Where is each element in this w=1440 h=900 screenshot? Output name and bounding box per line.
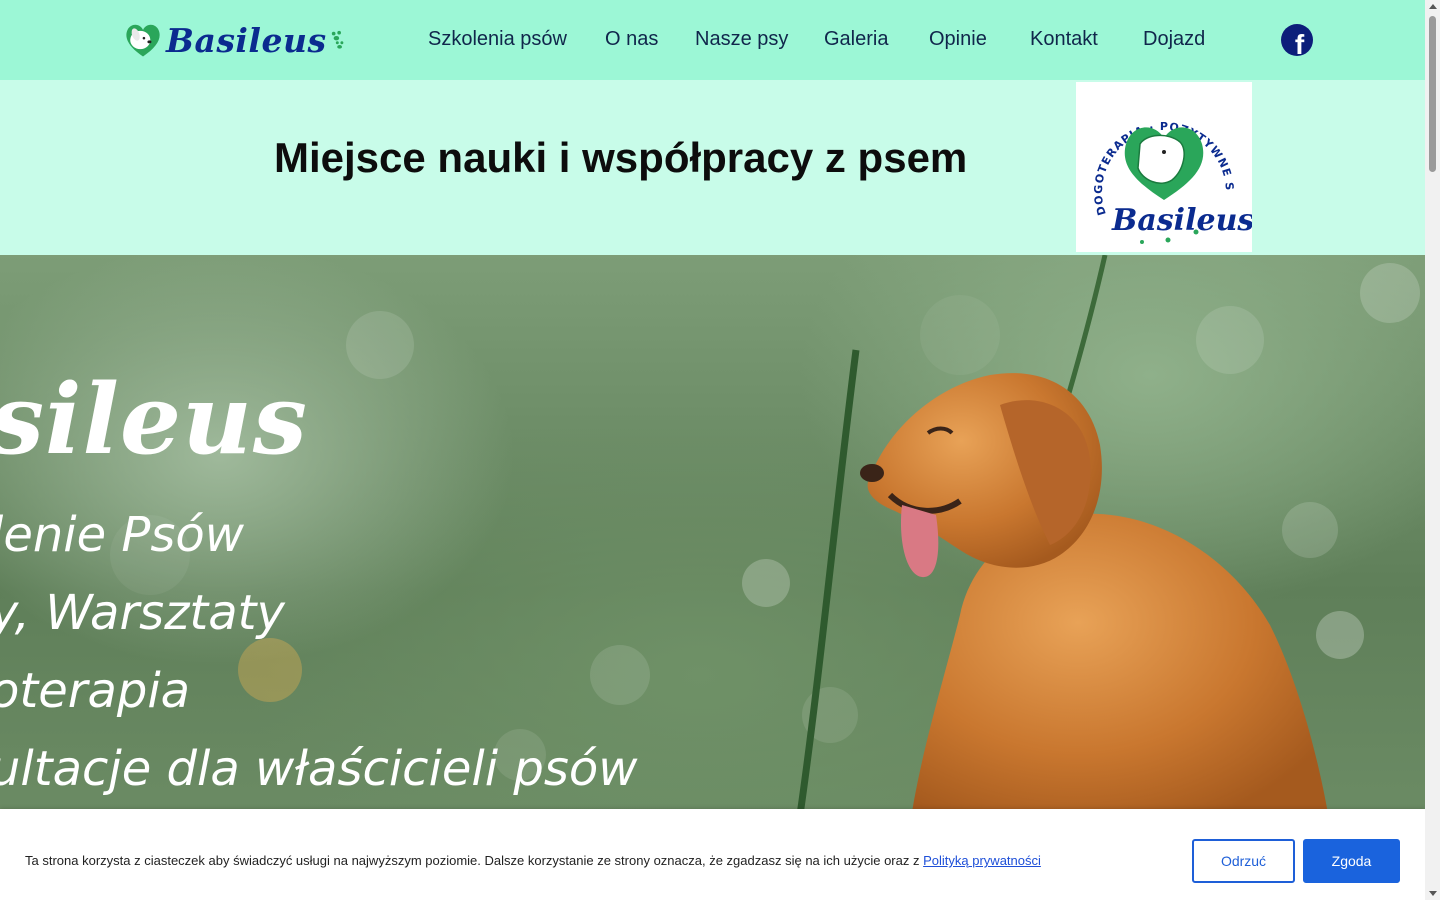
hero-line: oterapia <box>0 663 191 719</box>
cookie-text: Ta strona korzysta z ciasteczek aby świa… <box>25 853 920 868</box>
main-nav: Szkolenia psów O nas Nasze psy Galeria O… <box>0 0 1425 80</box>
site-header: Basileus Szkolenia psów O nas Nasze psy … <box>0 0 1425 80</box>
nav-nasze-psy[interactable]: Nasze psy <box>695 28 788 51</box>
basileus-badge-logo: DOGOTERAPIA · POZYTYWNE SZKOLENIE PSÓW B… <box>1076 82 1252 252</box>
facebook-icon[interactable]: f <box>1281 24 1313 56</box>
nav-dojazd[interactable]: Dojazd <box>1143 28 1205 51</box>
nav-kontakt[interactable]: Kontakt <box>1030 28 1098 51</box>
page-scrollbar[interactable] <box>1425 0 1440 900</box>
decline-button[interactable]: Odrzuć <box>1192 839 1295 883</box>
cookie-message: Ta strona korzysta z ciasteczek aby świa… <box>25 853 1041 868</box>
nav-szkolenia-psow[interactable]: Szkolenia psów <box>428 28 567 51</box>
golden-retriever-photo <box>860 373 1329 815</box>
svg-text:Basileus: Basileus <box>1111 203 1252 238</box>
hero-line: y, Warsztaty <box>0 585 285 641</box>
scrollbar-thumb[interactable] <box>1429 16 1436 172</box>
nav-galeria[interactable]: Galeria <box>824 28 888 51</box>
cookie-consent-bar: Ta strona korzysta z ciasteczek aby świa… <box>0 809 1425 900</box>
scroll-up-icon[interactable] <box>1429 4 1437 9</box>
hero-line: lenie Psów <box>0 507 244 563</box>
hero-line: ultacje dla właścicieli psów <box>0 741 638 797</box>
nav-o-nas[interactable]: O nas <box>605 28 658 51</box>
page-tagline: Miejsce nauki i współpracy z psem <box>274 134 968 181</box>
scroll-down-icon[interactable] <box>1429 891 1437 896</box>
nav-opinie[interactable]: Opinie <box>929 28 987 51</box>
hero-banner: sileus lenie Psów y, Warsztaty oterapia … <box>0 255 1425 815</box>
accept-button[interactable]: Zgoda <box>1303 839 1400 883</box>
hero-title: sileus <box>0 363 308 476</box>
privacy-policy-link[interactable]: Polityką prywatności <box>923 853 1041 868</box>
